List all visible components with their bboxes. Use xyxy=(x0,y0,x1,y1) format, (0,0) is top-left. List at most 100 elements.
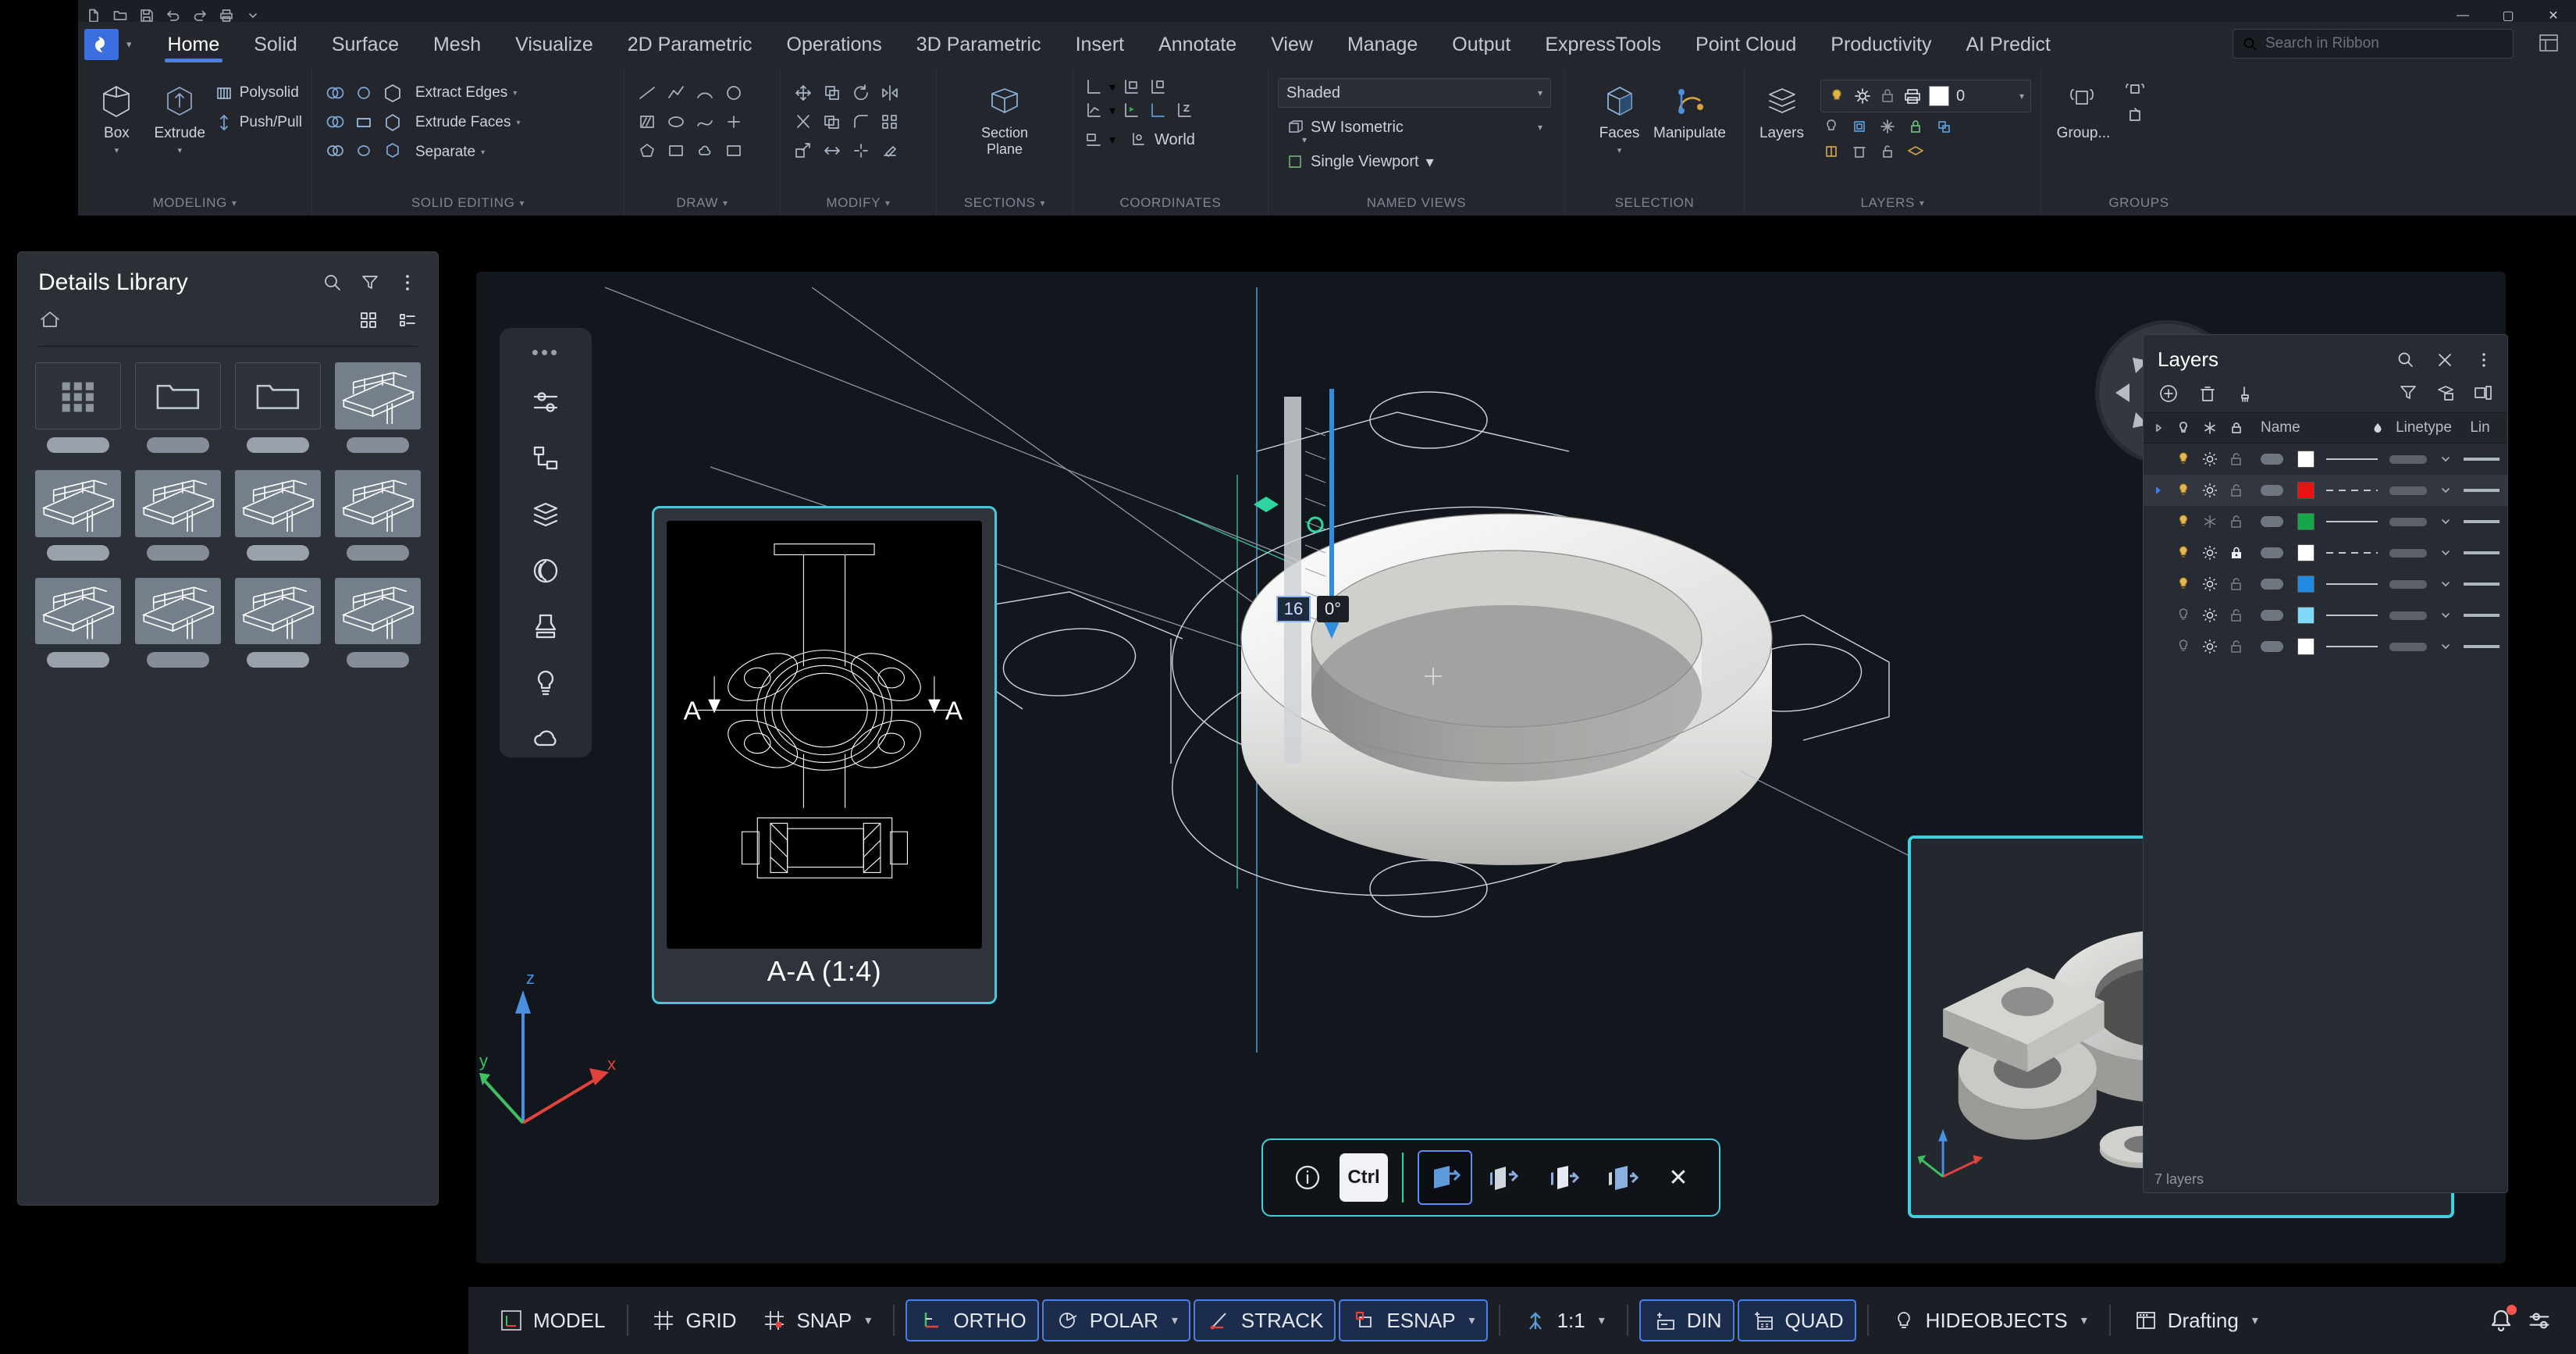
ribbon-tab-view[interactable]: View xyxy=(1254,22,1330,67)
layer-row[interactable] xyxy=(2144,631,2507,662)
chevron-down-icon[interactable]: ▾ xyxy=(1920,198,1925,208)
layer-color-swatch[interactable] xyxy=(2292,513,2320,530)
redo-icon[interactable] xyxy=(192,8,208,23)
layer-color-swatch[interactable] xyxy=(2292,607,2320,624)
chevron-down-icon[interactable]: ▾ xyxy=(1109,132,1115,148)
layer-thaw-icon[interactable] xyxy=(1853,87,1872,105)
layer-lock-icon[interactable] xyxy=(2223,451,2250,467)
status-toggle-din[interactable]: DIN xyxy=(1639,1299,1735,1342)
layer-freeze-icon[interactable] xyxy=(2197,544,2223,561)
chevron-down-icon[interactable]: ▾ xyxy=(1599,1313,1605,1328)
layer-row[interactable] xyxy=(2144,444,2507,475)
section-push-icon[interactable] xyxy=(1418,1150,1472,1205)
scale-icon[interactable] xyxy=(790,137,817,164)
layer-lineweight[interactable] xyxy=(2384,518,2432,526)
layer-row[interactable] xyxy=(2144,537,2507,568)
layer-row[interactable] xyxy=(2144,475,2507,506)
library-item[interactable] xyxy=(235,362,321,453)
ctrl-key-button[interactable]: Ctrl xyxy=(1340,1153,1388,1202)
status-toggle-snap[interactable]: SNAP▾ xyxy=(750,1299,882,1342)
layer-color-swatch[interactable] xyxy=(2292,638,2320,655)
layer-lock-icon[interactable] xyxy=(2223,576,2250,592)
manipulate-button[interactable]: Manipulate xyxy=(1657,77,1723,142)
trim-icon[interactable] xyxy=(790,109,817,135)
filter-icon[interactable] xyxy=(2398,383,2418,403)
chevron-down-icon[interactable]: ▾ xyxy=(1109,103,1115,119)
layer-linetype[interactable] xyxy=(2320,552,2384,554)
ribbon-tab-output[interactable]: Output xyxy=(1435,22,1528,67)
layer-freeze-icon[interactable] xyxy=(2197,638,2223,655)
ribbon-search-box[interactable]: Search in Ribbon xyxy=(2233,29,2514,59)
ribbon-tab-3d-parametric[interactable]: 3D Parametric xyxy=(899,22,1059,67)
polysolid-button[interactable]: Polysolid xyxy=(214,80,302,106)
layer-linetype[interactable] xyxy=(2320,646,2384,647)
chevron-down-icon[interactable]: ▾ xyxy=(1538,122,1542,133)
home-icon[interactable] xyxy=(38,308,62,332)
layer-lock-icon[interactable] xyxy=(2223,514,2250,529)
polyline-icon[interactable] xyxy=(663,80,689,106)
ribbon-tab-mesh[interactable]: Mesh xyxy=(416,22,498,67)
ribbon-tab-insert[interactable]: Insert xyxy=(1059,22,1142,67)
chevron-down-icon[interactable]: ▾ xyxy=(1538,87,1542,98)
layer-color-swatch[interactable] xyxy=(1929,86,1949,106)
ribbon-tab-2d-parametric[interactable]: 2D Parametric xyxy=(610,22,770,67)
ucs-named-icon[interactable] xyxy=(1147,77,1169,98)
layer-row[interactable] xyxy=(2144,600,2507,631)
chevron-down-icon[interactable]: ▾ xyxy=(481,148,485,157)
render-sphere-icon[interactable] xyxy=(521,552,570,590)
status-toggle-drafting[interactable]: Drafting▾ xyxy=(2122,1299,2269,1342)
layer-previous-icon[interactable] xyxy=(1905,141,1927,162)
arc-icon[interactable] xyxy=(692,80,718,106)
ellipse-icon[interactable] xyxy=(663,109,689,135)
layer-color-swatch[interactable] xyxy=(2292,544,2320,561)
status-toggle-model[interactable]: MODEL xyxy=(487,1299,616,1342)
view-preset-selector[interactable]: SW Isometric ▾ xyxy=(1278,112,1551,142)
chevron-down-icon[interactable]: ▾ xyxy=(2252,1313,2258,1328)
name-column-header[interactable]: Name xyxy=(2250,419,2364,436)
layer-freeze-icon[interactable] xyxy=(2197,451,2223,468)
offset-icon[interactable] xyxy=(819,109,845,135)
section-slice-a-icon[interactable] xyxy=(1477,1150,1532,1205)
ribbon-tab-manage[interactable]: Manage xyxy=(1330,22,1435,67)
drag-dots-icon[interactable]: ••• xyxy=(532,340,560,365)
ucs-icon[interactable] xyxy=(1083,77,1105,98)
extract-edges-button[interactable]: Extract Edges ▾ xyxy=(415,80,521,106)
more-vertical-icon[interactable] xyxy=(397,273,418,293)
layer-on-icon[interactable] xyxy=(2170,638,2197,655)
layer-plotstyle[interactable] xyxy=(2459,645,2504,648)
delete-layer-icon[interactable] xyxy=(2197,383,2217,403)
cloud-icon[interactable] xyxy=(521,720,570,757)
add-layer-icon[interactable] xyxy=(2158,383,2178,403)
stretch-icon[interactable] xyxy=(819,137,845,164)
chevron-down-icon[interactable]: ▾ xyxy=(885,198,891,208)
new-file-icon[interactable] xyxy=(86,8,101,23)
ungroup-icon[interactable] xyxy=(2124,80,2146,102)
library-item[interactable] xyxy=(235,470,321,561)
status-toggle-grid[interactable]: GRID xyxy=(639,1299,747,1342)
slice-icon[interactable] xyxy=(322,137,348,164)
layer-merge-icon[interactable] xyxy=(2236,383,2256,403)
close-command-button[interactable]: ✕ xyxy=(1655,1164,1702,1192)
status-toggle-strack[interactable]: STRACK xyxy=(1194,1299,1336,1342)
ucs-previous-icon[interactable] xyxy=(1120,77,1142,98)
ribbon-tab-home[interactable]: Home xyxy=(151,22,237,67)
rotate-icon[interactable] xyxy=(848,80,874,106)
layer-lineweight[interactable] xyxy=(2384,549,2432,558)
layer-row[interactable] xyxy=(2144,506,2507,537)
chevron-down-icon[interactable]: ▾ xyxy=(519,198,525,208)
layer-name[interactable] xyxy=(2250,547,2292,558)
app-menu-chevron-down-icon[interactable]: ▾ xyxy=(126,38,132,51)
ribbon-tab-operations[interactable]: Operations xyxy=(770,22,899,67)
section-slice-b-icon[interactable] xyxy=(1536,1150,1591,1205)
layer-off-icon[interactable] xyxy=(1820,116,1842,137)
ribbon-tab-expresstools[interactable]: ExpressTools xyxy=(1528,22,1678,67)
section-plane-button[interactable]: Section Plane xyxy=(946,77,1063,158)
extract-edges-icon[interactable] xyxy=(379,80,406,106)
layer-transparency-chevron-down-icon[interactable] xyxy=(2432,641,2459,652)
layer-transparency-chevron-down-icon[interactable] xyxy=(2432,610,2459,621)
layer-merge-icon[interactable] xyxy=(1820,141,1842,162)
layer-isolate-icon[interactable] xyxy=(1848,116,1870,137)
linetype-column-header[interactable]: Linetype xyxy=(2392,419,2456,436)
layer-name[interactable] xyxy=(2250,641,2292,652)
library-item[interactable] xyxy=(135,470,221,561)
